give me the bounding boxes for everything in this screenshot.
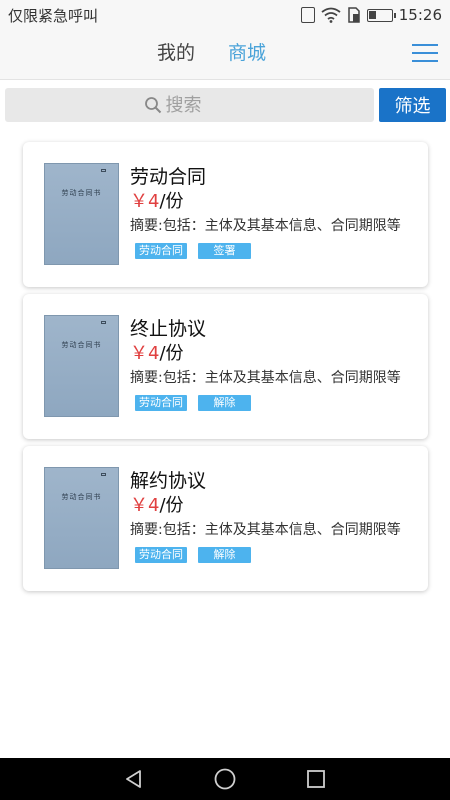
product-title: 解约协议 [130,470,207,492]
back-icon[interactable] [104,758,164,800]
status-icons: 15:26 [300,6,442,24]
tab-mine[interactable]: 我的 [157,40,195,66]
search-icon [144,96,162,114]
tag-label: 解除 [198,547,251,563]
tab-mall[interactable]: 商城 [228,40,266,66]
thumbnail-mark [101,473,106,476]
price-unit: /份 [159,343,184,364]
product-card[interactable]: 劳动合同书 劳动合同 ￥4/份 摘要:包括：主体及其基本信息、合同期限等 劳动合… [23,142,428,287]
product-title: 劳动合同 [130,166,207,188]
carrier-text: 仅限紧急呼叫 [8,6,99,25]
thumbnail-title: 劳动合同书 [61,189,102,197]
battery-icon [366,8,396,22]
clock: 15:26 [398,6,442,24]
recent-apps-icon[interactable] [286,758,346,800]
filter-button[interactable]: 筛选 [379,88,446,122]
tag-label: 劳动合同 [135,395,187,411]
thumbnail-title: 劳动合同书 [61,493,102,501]
product-price: ￥4/份 [130,491,184,517]
search-input[interactable] [165,94,236,116]
search-bar[interactable] [5,88,374,122]
price-unit: /份 [159,495,184,516]
price-value: 4 [148,495,160,516]
app-header: 我的 商城 [0,30,450,80]
wifi-icon [321,7,341,23]
product-summary: 摘要:包括：主体及其基本信息、合同期限等 [130,370,401,386]
thumbnail-mark [101,169,106,172]
home-icon[interactable] [195,758,255,800]
product-price: ￥4/份 [130,339,184,365]
price-symbol: ￥ [130,495,148,516]
product-price: ￥4/份 [130,187,184,213]
battery-fill [368,10,376,19]
thumbnail-title: 劳动合同书 [61,341,102,349]
product-card[interactable]: 劳动合同书 终止协议 ￥4/份 摘要:包括：主体及其基本信息、合同期限等 劳动合… [23,294,428,439]
thumbnail-mark [101,321,106,324]
price-symbol: ￥ [130,343,148,364]
tag-label: 劳动合同 [135,547,187,563]
contract-thumbnail: 劳动合同书 [44,315,119,417]
hamburger-menu-icon[interactable] [412,44,438,64]
status-bar: 仅限紧急呼叫 15:26 [0,0,450,30]
price-symbol: ￥ [130,191,148,212]
system-nav-bar [0,758,450,800]
contract-thumbnail: 劳动合同书 [44,163,119,265]
tag-label: 签署 [198,243,251,259]
product-card[interactable]: 劳动合同书 解约协议 ￥4/份 摘要:包括：主体及其基本信息、合同期限等 劳动合… [23,446,428,591]
price-value: 4 [148,191,160,212]
vibrate-icon [300,7,315,23]
product-summary: 摘要:包括：主体及其基本信息、合同期限等 [130,218,401,234]
tag-label: 解除 [198,395,251,411]
product-summary: 摘要:包括：主体及其基本信息、合同期限等 [130,522,401,538]
price-unit: /份 [159,191,184,212]
price-value: 4 [148,343,160,364]
contract-thumbnail: 劳动合同书 [44,467,119,569]
sim-icon [347,7,361,23]
product-title: 终止协议 [130,318,207,340]
tag-label: 劳动合同 [135,243,187,259]
